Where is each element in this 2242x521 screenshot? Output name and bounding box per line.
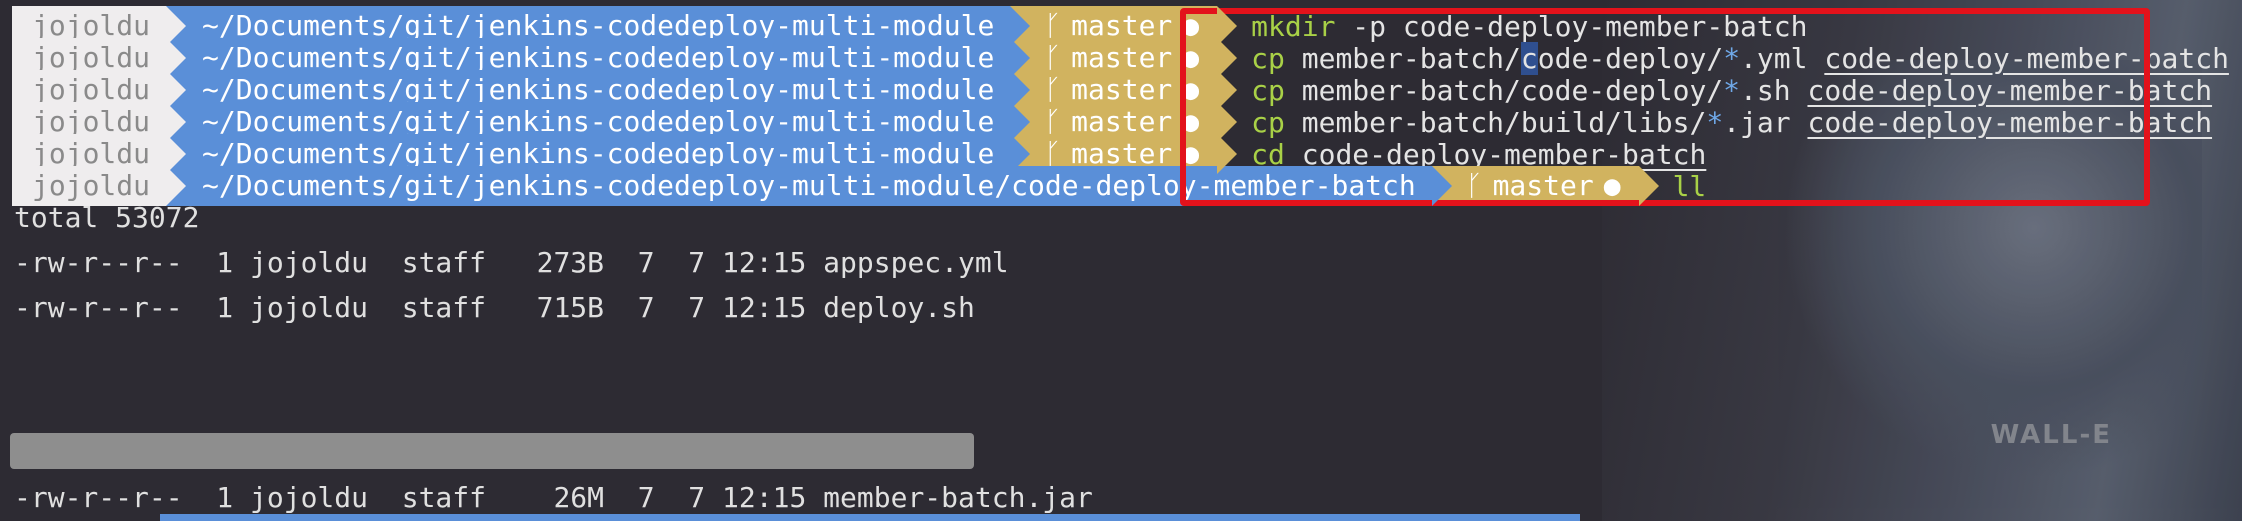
highlight-annotation-box xyxy=(1180,8,2150,206)
redacted-line xyxy=(10,433,974,469)
terminal-window[interactable]: jojoldu ~/Documents/git/jenkins-codedepl… xyxy=(0,0,2242,521)
output-line: -rw-r--r-- 1 jojoldu staff 715B 7 7 12:1… xyxy=(14,291,975,324)
next-prompt-edge xyxy=(160,514,1580,521)
output-line: -rw-r--r-- 1 jojoldu staff 273B 7 7 12:1… xyxy=(14,246,1009,279)
output-line: -rw-r--r-- 1 jojoldu staff 26M 7 7 12:15… xyxy=(14,481,1093,514)
